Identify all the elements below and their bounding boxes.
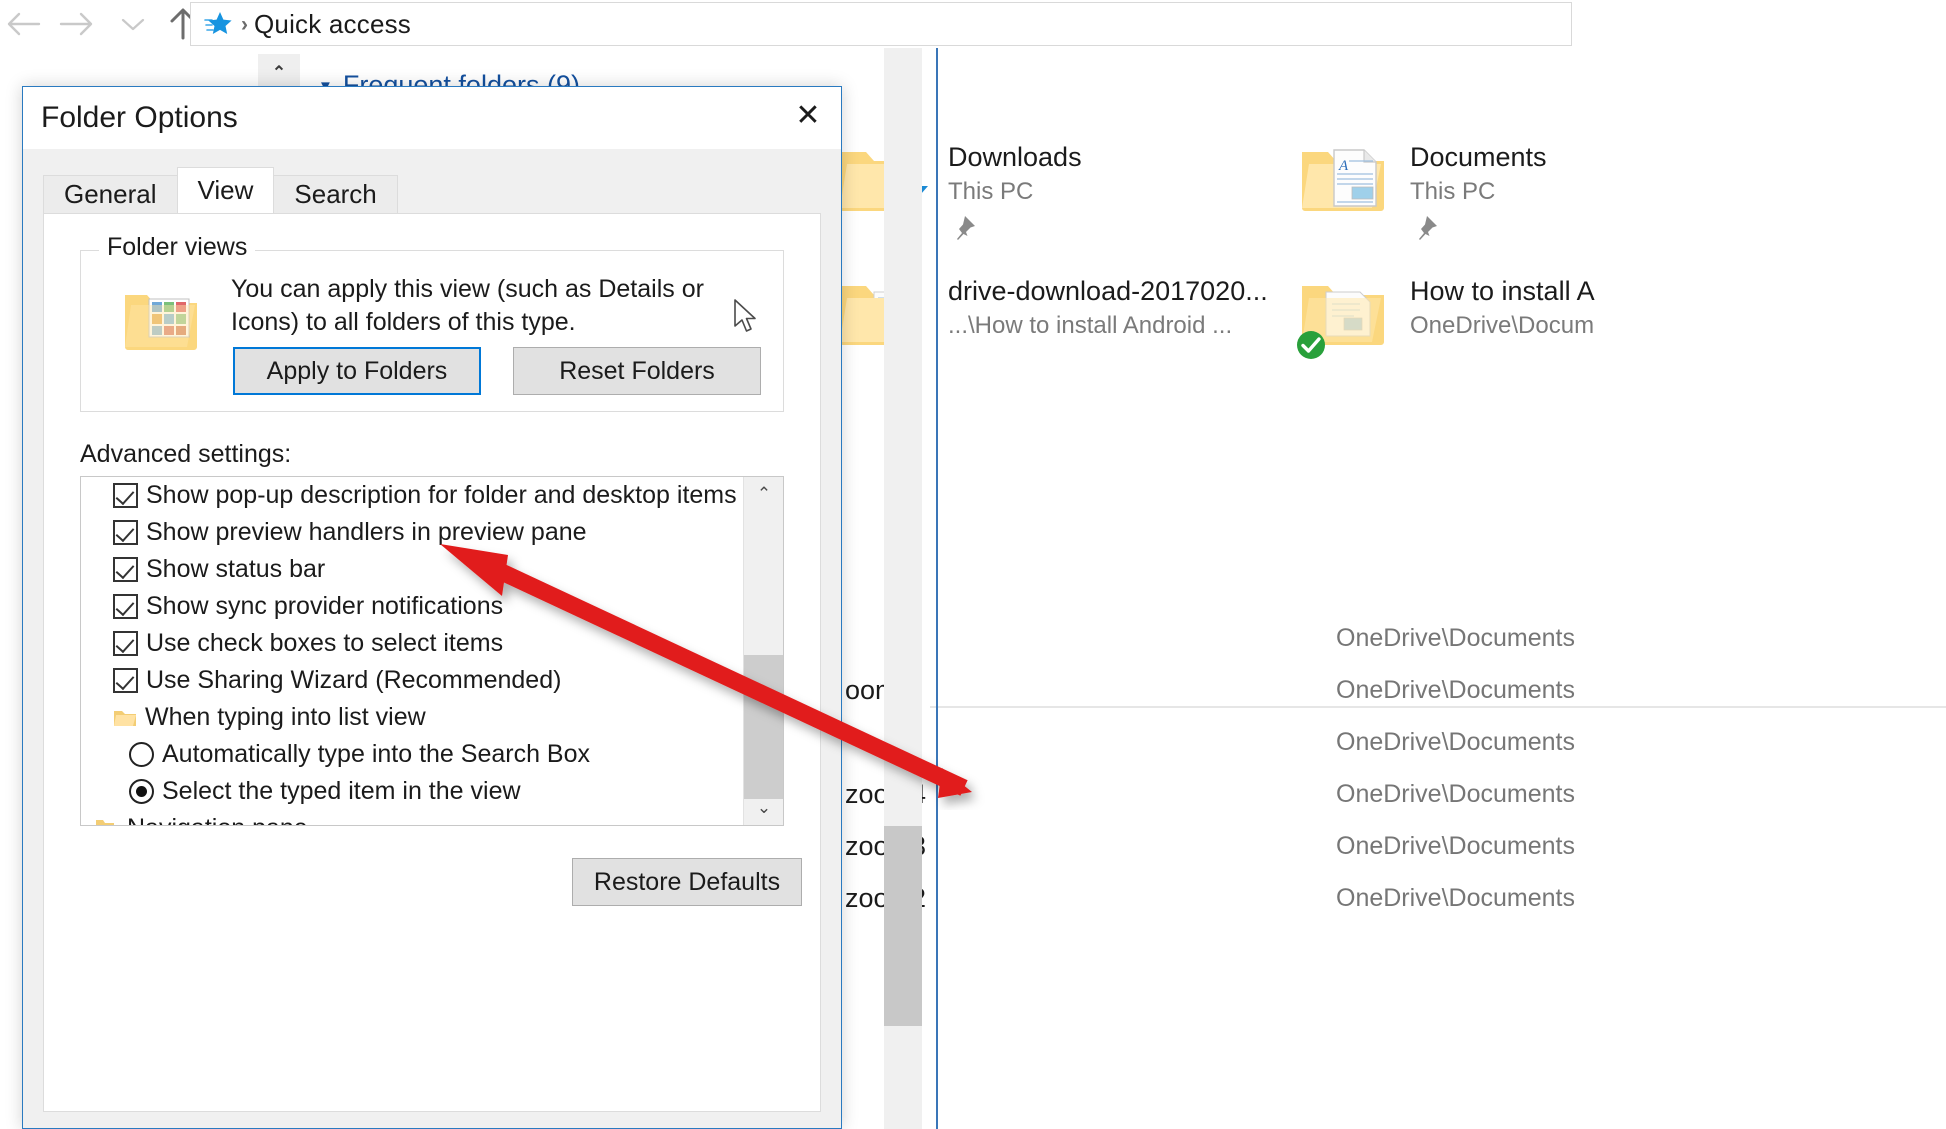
list-item-path: OneDrive\Documents: [1336, 728, 1575, 756]
scrollbar-thumb[interactable]: [744, 655, 783, 799]
restore-defaults-button[interactable]: Restore Defaults: [572, 858, 802, 906]
list-item-path: OneDrive\Documents: [1336, 884, 1575, 912]
list-item-path: OneDrive\Documents: [1336, 780, 1575, 808]
list-item-path: OneDrive\Documents: [1336, 676, 1575, 704]
list-group[interactable]: Navigation pane: [81, 810, 741, 825]
folder-synced-icon: [1297, 272, 1388, 359]
apply-to-folders-button[interactable]: Apply to Folders: [233, 347, 481, 395]
list-item[interactable]: Automatically type into the Search Box: [81, 736, 741, 773]
list-item-path: OneDrive\Documents: [1336, 832, 1575, 860]
tile-name: Documents: [1410, 142, 1547, 172]
tile-sub: ...\How to install Android ...: [948, 312, 1233, 340]
pane-separator: [936, 48, 938, 1129]
list-item-label: Show status bar: [146, 555, 326, 583]
folder-icon: [113, 708, 137, 728]
quick-access-star-icon: [203, 9, 233, 39]
explorer-navigation-bar: › Quick access: [0, 0, 1946, 48]
scroll-down-icon[interactable]: ⌄: [744, 791, 783, 825]
mouse-cursor-icon: [733, 298, 759, 336]
listbox-scrollbar[interactable]: ⌃ ⌄: [743, 477, 783, 825]
checkbox-icon[interactable]: [113, 668, 138, 693]
list-item[interactable]: Select the typed item in the view: [81, 773, 741, 810]
checkbox-icon[interactable]: [113, 557, 138, 582]
svg-text:A: A: [1338, 158, 1349, 174]
dialog-body: General View Search Folder views You can…: [23, 149, 841, 1128]
tile-downloads[interactable]: Downloads This PC: [838, 138, 1082, 248]
checkbox-icon[interactable]: [113, 594, 138, 619]
forward-icon[interactable]: [54, 2, 100, 46]
close-icon[interactable]: ✕: [779, 91, 837, 139]
folder-views-description: You can apply this view (such as Details…: [231, 275, 704, 336]
checkbox-icon[interactable]: [113, 520, 138, 545]
view-tab-panel: Folder views You can apply this view (su…: [43, 213, 821, 1112]
checkbox-icon[interactable]: [113, 483, 138, 508]
list-item-label: Automatically type into the Search Box: [162, 740, 591, 768]
tile-sub: This PC: [948, 178, 1034, 206]
tile-documents[interactable]: A Documents This PC: [1300, 138, 1547, 248]
reset-folders-button[interactable]: Reset Folders: [513, 347, 761, 395]
list-group[interactable]: When typing into list view: [81, 699, 741, 736]
list-item-label: Navigation pane: [127, 814, 308, 825]
tab-search[interactable]: Search: [273, 175, 398, 213]
list-item[interactable]: Use Sharing Wizard (Recommended): [81, 662, 741, 699]
list-item-label: When typing into list view: [145, 703, 426, 731]
list-item-label: Select the typed item in the view: [162, 777, 521, 805]
radio-icon-selected[interactable]: [129, 779, 154, 804]
section-divider: [930, 706, 1946, 708]
chevron-down-icon[interactable]: [110, 2, 156, 46]
list-item[interactable]: Show preview handlers in preview pane: [81, 514, 741, 551]
dialog-title: Folder Options: [41, 101, 238, 134]
pin-icon: [948, 213, 1082, 248]
list-item-label: Use Sharing Wizard (Recommended): [146, 666, 562, 694]
radio-icon[interactable]: [129, 742, 154, 767]
dialog-titlebar: Folder Options ✕: [23, 87, 841, 149]
tile-name: How to install A: [1410, 276, 1595, 306]
list-item[interactable]: Show status bar: [81, 551, 741, 588]
tile-name: drive-download-2017020...: [948, 276, 1268, 306]
advanced-settings-items: Show pop-up description for folder and d…: [81, 477, 741, 825]
tab-view[interactable]: View: [176, 167, 275, 213]
folder-options-dialog: Folder Options ✕ General View Search Fol…: [22, 86, 842, 1129]
list-item[interactable]: Use check boxes to select items: [81, 625, 741, 662]
breadcrumb-current: Quick access: [254, 8, 412, 39]
list-item-label: Show preview handlers in preview pane: [146, 518, 587, 546]
explorer-scrollbar-thumb[interactable]: [884, 826, 922, 1026]
tab-general[interactable]: General: [43, 175, 178, 213]
advanced-settings-listbox[interactable]: Show pop-up description for folder and d…: [80, 476, 784, 826]
address-bar[interactable]: › Quick access: [190, 2, 1572, 46]
breadcrumb-separator-icon: ›: [241, 12, 248, 36]
tile-name: Downloads: [948, 142, 1082, 172]
list-item-label: Show sync provider notifications: [146, 592, 504, 620]
folder-views-legend: Folder views: [99, 233, 256, 262]
folder-icon: [95, 819, 119, 825]
tile-how-to-install-android[interactable]: How to install A OneDrive\Docum: [1297, 272, 1595, 359]
dialog-tabs: General View Search: [43, 167, 398, 213]
scroll-up-icon[interactable]: ⌃: [744, 477, 783, 511]
list-item-label: Use check boxes to select items: [146, 629, 504, 657]
checkbox-icon[interactable]: [113, 631, 138, 656]
list-item[interactable]: Show sync provider notifications: [81, 588, 741, 625]
tile-sub: OneDrive\Docum: [1410, 312, 1595, 340]
folder-views-group: Folder views You can apply this view (su…: [80, 233, 784, 412]
pin-icon: [1410, 213, 1547, 248]
list-item-label: Show pop-up description for folder and d…: [146, 481, 737, 509]
tile-sub: This PC: [1410, 178, 1496, 206]
folder-views-icon: [123, 287, 199, 351]
folder-documents-icon: A: [1300, 138, 1388, 218]
back-icon[interactable]: [0, 2, 46, 46]
list-item-path: OneDrive\Documents: [1336, 624, 1575, 652]
list-item[interactable]: Show pop-up description for folder and d…: [81, 477, 741, 514]
advanced-settings-label: Advanced settings:: [80, 440, 292, 468]
